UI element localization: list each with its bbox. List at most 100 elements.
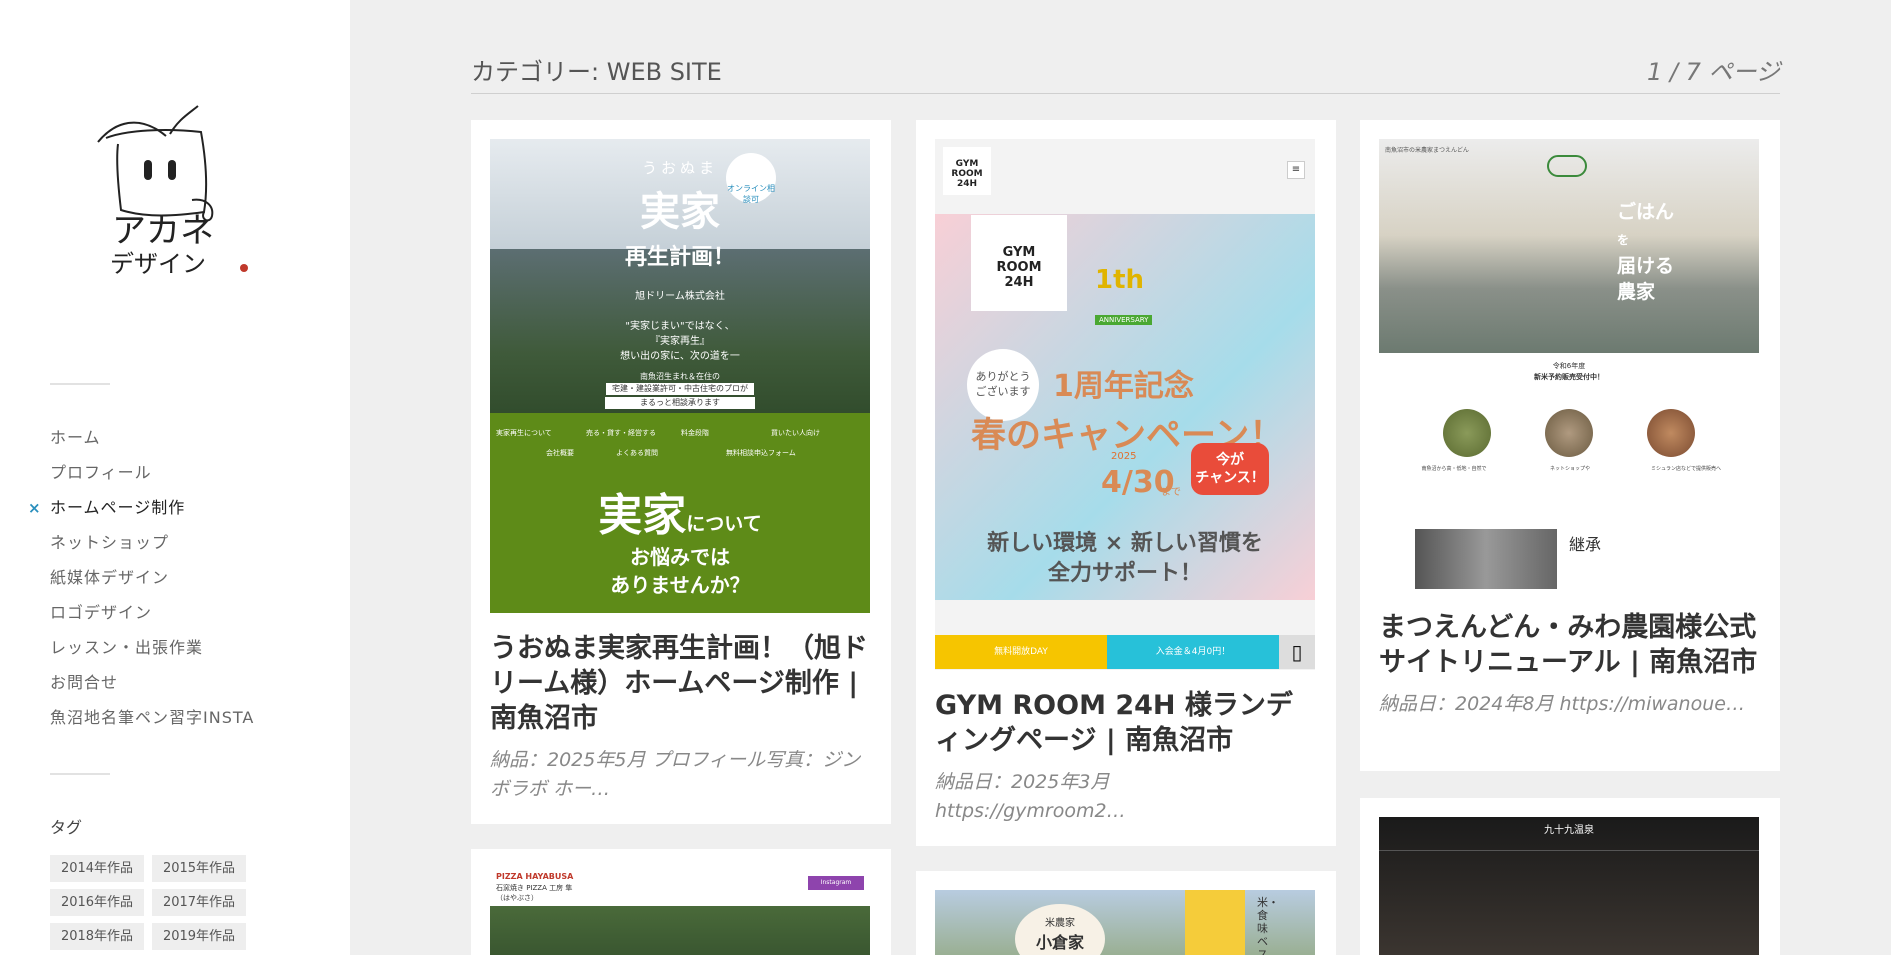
logo-text: GYM bbox=[1002, 245, 1036, 260]
post-thumbnail[interactable]: GYM ROOM 24H ≡ GYM ROOM 24H 1th ANNIVERSARY … bbox=[935, 139, 1315, 670]
excerpt-line: https://gymroom2… bbox=[935, 800, 1126, 822]
thumb-brand: PIZZA HAYABUSA bbox=[496, 872, 574, 881]
post-title[interactable]: うおぬま実家再生計画！（旭ドリーム様）ホームページ制作 | 南魚沼市 bbox=[490, 631, 872, 736]
thumb-header: 南魚沼市の米農家まつえんどん bbox=[1385, 147, 1469, 154]
post-title[interactable]: まつえんどん・みわ農園様公式サイトリニューアル | 南魚沼市 bbox=[1379, 610, 1761, 680]
thumb-name: 小倉家 bbox=[1035, 933, 1084, 952]
heritage-photo bbox=[1415, 529, 1557, 589]
logo-text: GYM bbox=[955, 159, 979, 169]
post-excerpt: 納品日：2024年8月 https://miwanoue… bbox=[1379, 693, 1745, 715]
logo-text: ROOM bbox=[996, 260, 1042, 275]
divider bbox=[50, 773, 110, 775]
thumb-info: 宅建・建設業許可・中古住宅のプロが bbox=[606, 383, 754, 395]
nav-item-paper[interactable]: 紙媒体デザイン bbox=[50, 564, 254, 599]
campaign-button[interactable]: 入会金＆4月0円！ bbox=[1107, 635, 1279, 669]
feature-text: ミシュラン店などで提供販売へ bbox=[1651, 466, 1721, 472]
nav-label: ホーム bbox=[50, 428, 101, 447]
thumb-label: 米農家 bbox=[1045, 918, 1075, 929]
gym-tagline: 新しい環境 × 新しい習慣を bbox=[987, 531, 1263, 556]
post-card[interactable]: PIZZA HAYABUSA 石窯焼き PIZZA 工房 隼 （はやぶさ） In… bbox=[471, 849, 891, 955]
thumb-line: "実家じまい"ではなく、 bbox=[625, 321, 735, 332]
instagram-button[interactable]: Instagram bbox=[808, 876, 864, 890]
post-thumbnail[interactable]: うおぬま 実家 再生計画！ オンライン相談可 旭ドリーム株式会社 "実家じまい"… bbox=[490, 139, 870, 613]
free-day-button[interactable]: 無料開放DAY bbox=[935, 635, 1107, 669]
thumb-sub: 石窯焼き PIZZA 工房 隼 bbox=[496, 884, 573, 892]
side-text: 米・食味ベスト bbox=[1257, 896, 1279, 955]
date-suffix: まで bbox=[1161, 487, 1181, 498]
tag-list: 2014年作品 2015年作品 2016年作品 2017年作品 2018年作品 201… bbox=[50, 855, 270, 955]
thumb-info: まるっと相談承ります bbox=[605, 397, 755, 409]
post-title[interactable]: GYM ROOM 24H 様ランディングページ | 南魚沼市 bbox=[935, 688, 1317, 758]
notice-text: 令和6年度 bbox=[1552, 362, 1586, 370]
page-title: カテゴリー: WEB SITE bbox=[471, 58, 722, 86]
hero-word: を bbox=[1617, 233, 1630, 247]
post-thumbnail[interactable]: 南魚沼市の米農家まつえんどん ごはんを届ける農家 令和6年度 新米予約販売受付中… bbox=[1379, 139, 1759, 592]
thumb-menu-item: 無料相談申込フォーム bbox=[726, 449, 796, 457]
chance-text: チャンス！ bbox=[1195, 470, 1265, 486]
main-nav: ホーム プロフィール × ホームページ制作 ネットショップ 紙媒体デザイン ロゴデ… bbox=[28, 424, 254, 739]
nav-label: お問合せ bbox=[50, 673, 119, 692]
sidebar: アカネ デザイン ホーム プロフィール × ホームページ制作 ネットショップ 紙媒… bbox=[0, 0, 350, 955]
brand-logo-icon bbox=[1547, 155, 1587, 177]
logo-line1: アカネ bbox=[112, 211, 214, 251]
post-card[interactable]: 米農家 小倉家 米・食味ベスト bbox=[916, 871, 1336, 955]
feature-text: 南魚沼から高・低地・自然で bbox=[1421, 466, 1487, 472]
thumb-company: 旭ドリーム株式会社 bbox=[635, 291, 725, 302]
active-mark-icon: × bbox=[28, 499, 42, 517]
thumb-big-text: 実家 bbox=[598, 490, 687, 541]
thumb-info: 南魚沼生まれ＆在住の bbox=[640, 372, 720, 381]
logo-text: ROOM bbox=[951, 169, 983, 179]
nav-item-homepage[interactable]: × ホームページ制作 bbox=[28, 494, 254, 529]
chance-text: 今が bbox=[1216, 452, 1244, 468]
tag-link[interactable]: 2015年作品 bbox=[152, 855, 246, 882]
hero-word: 農家 bbox=[1617, 281, 1656, 303]
thumb-menu-item: 買いたい人向け bbox=[771, 429, 820, 437]
gym-logo-large: GYM ROOM 24H bbox=[971, 215, 1067, 311]
nav-item-home[interactable]: ホーム bbox=[50, 424, 254, 459]
post-excerpt: 納品日：2025年3月 https://gymroom2… bbox=[935, 768, 1317, 826]
post-excerpt: 納品：2025年5月 プロフィール写真：ジンボラボ ホー… bbox=[490, 749, 861, 800]
photo-circle bbox=[1545, 409, 1593, 457]
tag-link[interactable]: 2016年作品 bbox=[50, 889, 144, 916]
hero-word: ごはん bbox=[1617, 201, 1675, 223]
nav-item-contact[interactable]: お問合せ bbox=[50, 669, 254, 704]
feature-text: ネットショップや bbox=[1549, 466, 1590, 472]
thanks-text: ありがとう bbox=[975, 370, 1031, 383]
nav-item-insta[interactable]: 魚沼地名筆ペン習字INSTA bbox=[50, 704, 254, 739]
post-thumbnail[interactable]: 九十九温泉 bbox=[1379, 817, 1759, 955]
logo-text: 24H bbox=[1004, 275, 1034, 290]
tag-link[interactable]: 2014年作品 bbox=[50, 855, 144, 882]
gym-headline: 1周年記念 bbox=[1053, 369, 1194, 404]
nav-label: プロフィール bbox=[50, 463, 152, 482]
divider bbox=[50, 383, 110, 385]
thumb-menu-item: 実家再生について bbox=[496, 429, 552, 437]
post-card[interactable]: GYM ROOM 24H ≡ GYM ROOM 24H 1th ANNIVERSARY … bbox=[916, 120, 1336, 846]
nav-item-lesson[interactable]: レッスン・出張作業 bbox=[50, 634, 254, 669]
thumb-brand: 九十九温泉 bbox=[1544, 825, 1594, 836]
section-title: 継承 bbox=[1569, 535, 1602, 554]
nav-label: 紙媒体デザイン bbox=[50, 568, 170, 587]
thumb-menu-item: 売る・貸す・経営する bbox=[586, 429, 656, 437]
page-counter: 1 / 7 ページ bbox=[1646, 58, 1780, 86]
nav-label: ロゴデザイン bbox=[50, 603, 153, 622]
tag-link[interactable]: 2019年作品 bbox=[152, 923, 246, 950]
post-card[interactable]: 九十九温泉 bbox=[1360, 798, 1780, 955]
post-card[interactable]: うおぬま 実家 再生計画！ オンライン相談可 旭ドリーム株式会社 "実家じまい"… bbox=[471, 120, 891, 824]
tag-link[interactable]: 2017年作品 bbox=[152, 889, 246, 916]
hero-word: 届ける bbox=[1617, 255, 1675, 277]
notice-text: 新米予約販売受付中！ bbox=[1534, 373, 1604, 381]
tag-link[interactable]: 2018年作品 bbox=[50, 923, 144, 950]
post-card[interactable]: 南魚沼市の米農家まつえんどん ごはんを届ける農家 令和6年度 新米予約販売受付中… bbox=[1360, 120, 1780, 771]
thumb-question: お悩みでは bbox=[630, 545, 730, 569]
online-badge: オンライン相談可 bbox=[726, 153, 776, 204]
post-thumbnail[interactable]: PIZZA HAYABUSA 石窯焼き PIZZA 工房 隼 （はやぶさ） In… bbox=[490, 868, 870, 955]
nav-label: 魚沼地名筆ペン習字INSTA bbox=[50, 708, 255, 727]
thumb-menu-item: よくある質問 bbox=[616, 449, 658, 457]
post-thumbnail[interactable]: 米農家 小倉家 米・食味ベスト bbox=[935, 890, 1315, 955]
photo-circle bbox=[1443, 409, 1491, 457]
nav-item-netshop[interactable]: ネットショップ bbox=[50, 529, 254, 564]
nav-item-logo[interactable]: ロゴデザイン bbox=[50, 599, 254, 634]
nav-item-profile[interactable]: プロフィール bbox=[50, 459, 254, 494]
site-logo[interactable]: アカネ デザイン bbox=[96, 100, 256, 290]
tags-heading: タグ bbox=[50, 818, 83, 837]
